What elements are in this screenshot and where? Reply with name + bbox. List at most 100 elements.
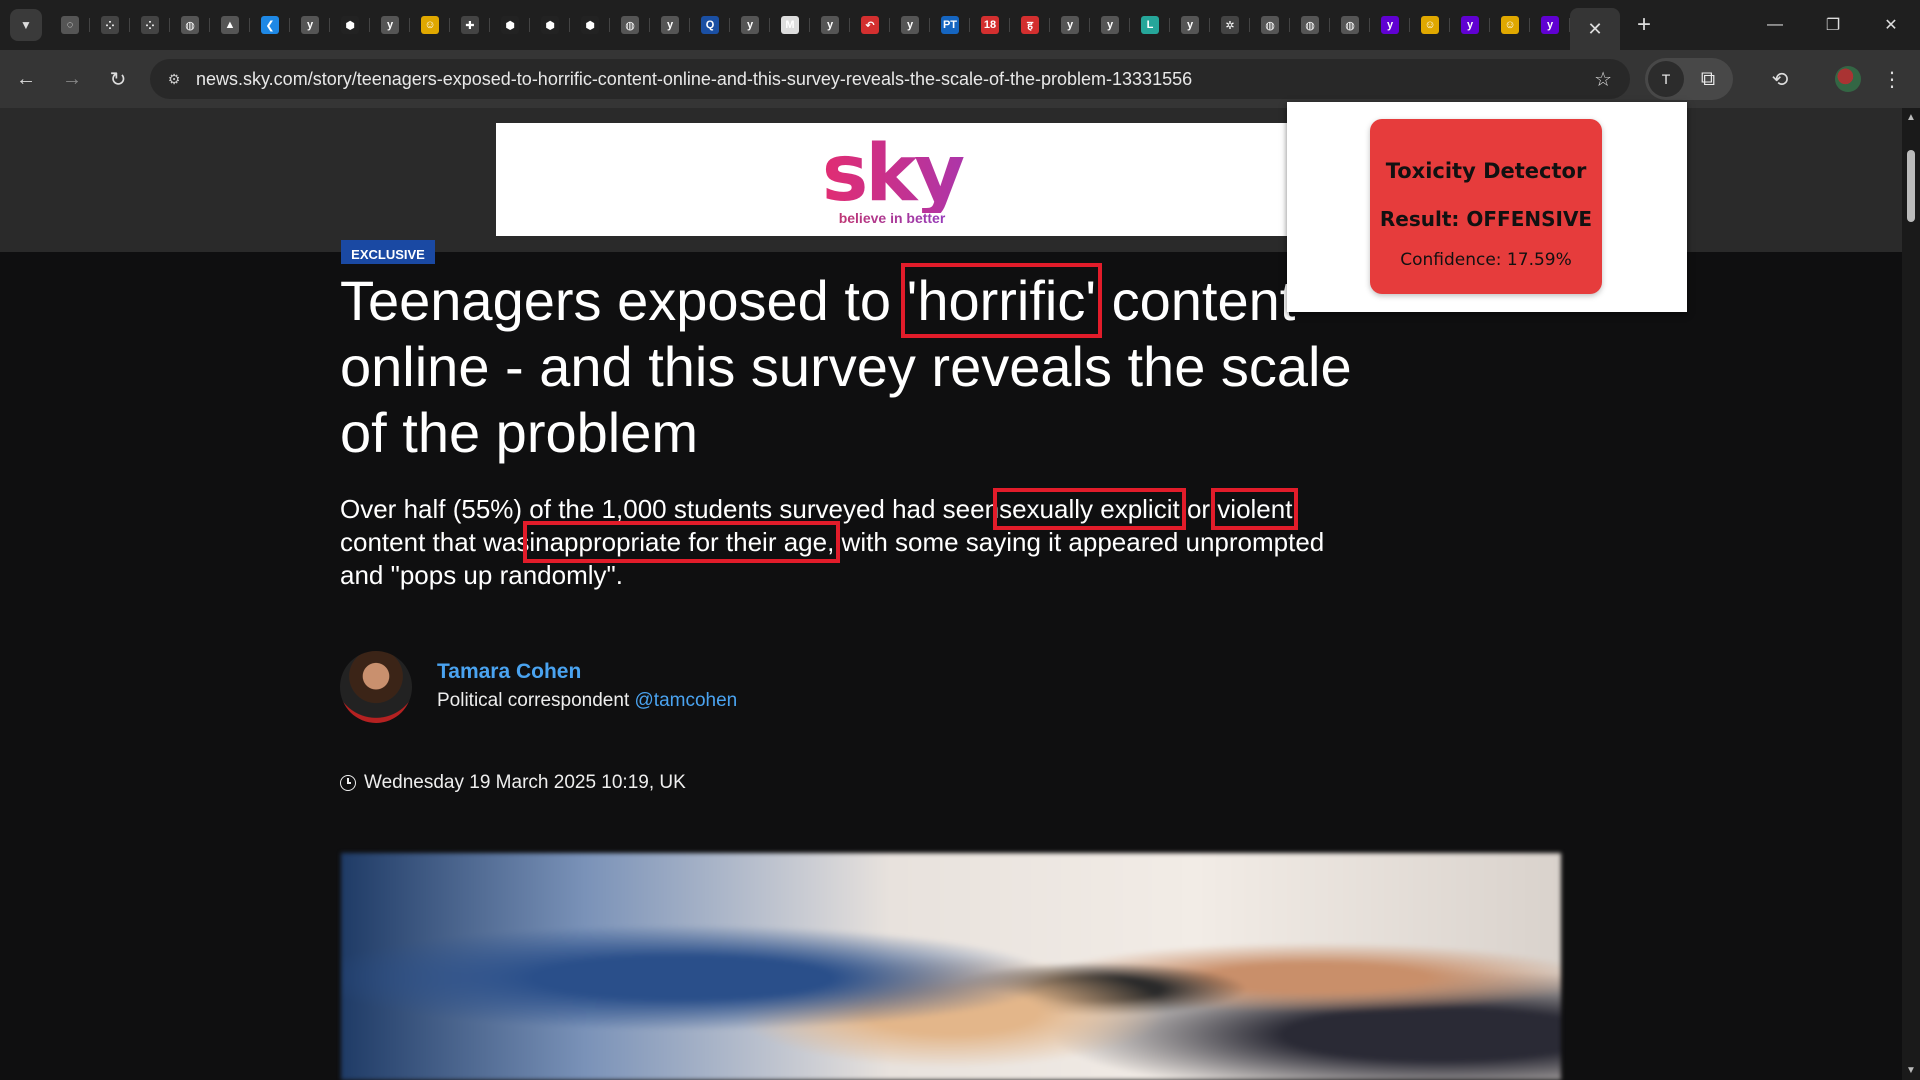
reload-icon: ↻ bbox=[109, 68, 127, 91]
arrow-right-icon: → bbox=[62, 67, 82, 90]
reload-button[interactable]: ↻ bbox=[98, 59, 138, 99]
tab-search-button[interactable]: ▼ bbox=[10, 9, 42, 41]
browser-tab[interactable]: ⬢ bbox=[530, 8, 570, 42]
tab-strip: ▼ ◌ ⁘ ⁘ ◍ ▲ ❮ y ⬢ y ☺ ✚ ⬢ ⬢ ⬢ ◍ y Qy My ↶ y PT 18 ह y y Ly ✲ ◍ ◍ ◍ y ☺ y… bbox=[0, 0, 1920, 50]
minimize-button[interactable]: — bbox=[1746, 0, 1804, 50]
browser-tab[interactable]: y bbox=[1090, 8, 1130, 42]
y-icon: y bbox=[1101, 16, 1119, 34]
toxicity-extension-button[interactable]: T bbox=[1648, 61, 1684, 97]
tab-list: ◌ ⁘ ⁘ ◍ ▲ ❮ y ⬢ y ☺ ✚ ⬢ ⬢ ⬢ ◍ y Qy My ↶ y PT 18 ह y y Ly ✲ ◍ ◍ ◍ y ☺ y ☺ y bbox=[50, 8, 1570, 42]
browser-tab[interactable]: ☺ bbox=[410, 8, 450, 42]
browser-tab[interactable]: ◍ bbox=[1330, 8, 1370, 42]
menu-kebab-icon[interactable]: ⋮ bbox=[1872, 59, 1912, 99]
logo-tagline: believe in better bbox=[496, 210, 1288, 226]
hugging-face-icon: ☺ bbox=[1501, 16, 1519, 34]
browser-tab[interactable]: PT bbox=[930, 8, 970, 42]
close-icon[interactable]: ✕ bbox=[1587, 19, 1602, 40]
browser-tab[interactable]: ✲ bbox=[1210, 8, 1250, 42]
browser-tab[interactable]: ↶ bbox=[850, 8, 890, 42]
browser-toolbar: ← → ↻ ⚙ news.sky.com/story/teenagers-exp… bbox=[0, 50, 1920, 108]
dots-icon: ⁘ bbox=[141, 16, 159, 34]
page-scrollbar[interactable]: ▲ ▼ bbox=[1902, 108, 1920, 1080]
browser-tab[interactable]: y bbox=[890, 8, 930, 42]
history-icon[interactable]: ⟲ bbox=[1760, 59, 1800, 99]
browser-tab[interactable]: ⬢ bbox=[570, 8, 610, 42]
y-icon: y bbox=[301, 16, 319, 34]
browser-tab[interactable]: ☺ bbox=[1410, 8, 1450, 42]
author-handle-link[interactable]: @tamcohen bbox=[635, 690, 738, 711]
profile-button[interactable] bbox=[1828, 59, 1868, 99]
browser-tab[interactable]: y bbox=[290, 8, 330, 42]
popup-result: Result: OFFENSIVE bbox=[1379, 207, 1593, 231]
l-icon: L bbox=[1141, 16, 1159, 34]
dots-icon: ⁘ bbox=[101, 16, 119, 34]
globe-icon: ◍ bbox=[1261, 16, 1279, 34]
browser-tab[interactable]: y bbox=[1450, 8, 1490, 42]
author-avatar[interactable] bbox=[340, 651, 412, 723]
browser-tab[interactable]: ◍ bbox=[1290, 8, 1330, 42]
y-icon: y bbox=[1061, 16, 1079, 34]
logo-banner[interactable]: sky believe in better bbox=[496, 123, 1288, 236]
browser-tab[interactable]: ⁘ bbox=[90, 8, 130, 42]
site-info-icon[interactable]: ⚙ bbox=[154, 59, 194, 99]
browser-tab[interactable]: ह bbox=[1010, 8, 1050, 42]
scroll-up-icon[interactable]: ▲ bbox=[1906, 112, 1916, 123]
url-text[interactable]: news.sky.com/story/teenagers-exposed-to-… bbox=[196, 69, 1192, 90]
back-button[interactable]: ← bbox=[6, 59, 46, 99]
article-headline: Teenagers exposed to 'horrific' content … bbox=[340, 263, 1360, 466]
scroll-down-icon[interactable]: ▼ bbox=[1906, 1065, 1916, 1076]
browser-tab[interactable]: Q bbox=[690, 8, 730, 42]
exclusive-tag: EXCLUSIVE bbox=[341, 240, 435, 264]
browser-tab[interactable]: ◍ bbox=[610, 8, 650, 42]
extensions-puzzle-icon[interactable]: ⧉ bbox=[1688, 59, 1728, 99]
tab-active[interactable]: ✕ bbox=[1570, 8, 1620, 50]
browser-tab[interactable]: y bbox=[1370, 8, 1410, 42]
browser-tab[interactable]: 18 bbox=[970, 8, 1010, 42]
browser-tab[interactable]: ✚ bbox=[450, 8, 490, 42]
browser-tab[interactable]: L bbox=[1130, 8, 1170, 42]
window-close-button[interactable]: ✕ bbox=[1862, 0, 1920, 50]
article-date: Wednesday 19 March 2025 10:19, UK bbox=[364, 772, 686, 793]
yahoo-icon: y bbox=[1461, 16, 1479, 34]
browser-tab[interactable]: ❮ bbox=[250, 8, 290, 42]
browser-tab[interactable]: y bbox=[1050, 8, 1090, 42]
forward-button[interactable]: → bbox=[52, 59, 92, 99]
browser-tab[interactable]: y bbox=[730, 8, 770, 42]
y-icon: y bbox=[381, 16, 399, 34]
new-tab-button[interactable]: + bbox=[1626, 7, 1662, 43]
browser-tab[interactable]: y bbox=[1170, 8, 1210, 42]
browser-tab[interactable]: ▲ bbox=[210, 8, 250, 42]
browser-tab[interactable]: y bbox=[650, 8, 690, 42]
browser-tab[interactable]: ⁘ bbox=[130, 8, 170, 42]
browser-tab[interactable]: y bbox=[1530, 8, 1570, 42]
browser-tab[interactable]: y bbox=[810, 8, 850, 42]
cube-icon: ⬢ bbox=[501, 16, 519, 34]
y-icon: y bbox=[821, 16, 839, 34]
browser-tab[interactable]: y bbox=[370, 8, 410, 42]
article-dateline: Wednesday 19 March 2025 10:19, UK bbox=[340, 772, 686, 794]
scroll-thumb[interactable] bbox=[1907, 150, 1915, 222]
hugging-face-icon: ☺ bbox=[421, 16, 439, 34]
hero-image bbox=[341, 853, 1561, 1080]
flagged-phrase-sexually-explicit: sexually explicit bbox=[993, 488, 1186, 530]
y-icon: y bbox=[1181, 16, 1199, 34]
eighteen-icon: 18 bbox=[981, 16, 999, 34]
globe-icon: ◍ bbox=[1301, 16, 1319, 34]
browser-tab[interactable]: ◌ bbox=[50, 8, 90, 42]
puzzle-icon: ✚ bbox=[461, 16, 479, 34]
bookmark-star-icon[interactable]: ☆ bbox=[1594, 67, 1612, 92]
browser-tab[interactable]: ☺ bbox=[1490, 8, 1530, 42]
arrow-left-icon: ← bbox=[16, 67, 36, 90]
browser-tab[interactable]: ⬢ bbox=[490, 8, 530, 42]
hugging-face-icon: ☺ bbox=[1421, 16, 1439, 34]
browser-tab[interactable]: ◍ bbox=[1250, 8, 1290, 42]
author-name-link[interactable]: Tamara Cohen bbox=[437, 660, 581, 684]
browser-tab[interactable]: ⬢ bbox=[330, 8, 370, 42]
browser-tab[interactable]: ◍ bbox=[170, 8, 210, 42]
address-bar[interactable]: ⚙ news.sky.com/story/teenagers-exposed-t… bbox=[150, 59, 1630, 99]
cube-icon: ⬢ bbox=[581, 16, 599, 34]
restore-button[interactable]: ❐ bbox=[1804, 0, 1862, 50]
cube-icon: ⬢ bbox=[341, 16, 359, 34]
chevron-down-icon: ▼ bbox=[20, 18, 32, 32]
browser-tab[interactable]: M bbox=[770, 8, 810, 42]
